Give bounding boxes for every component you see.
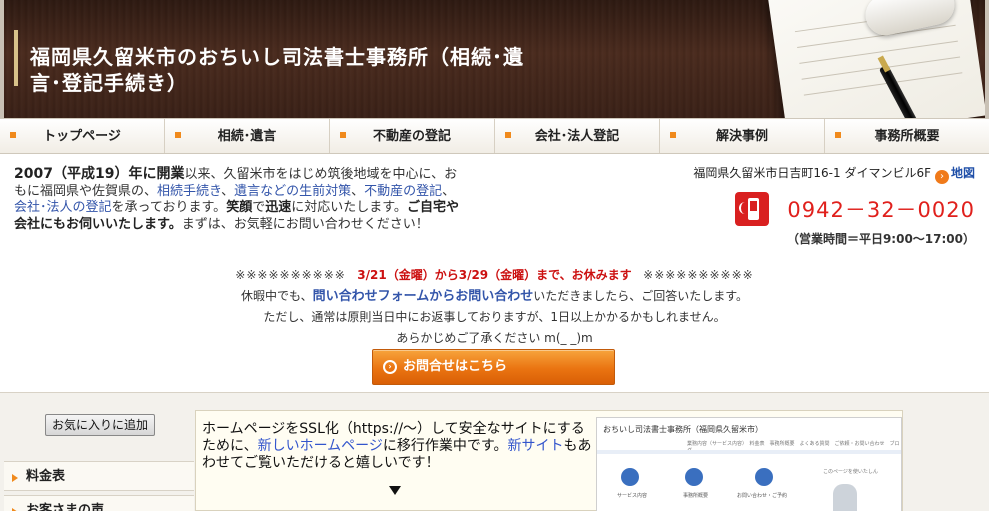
sidebar-item-label: お客さまの声 xyxy=(26,503,105,511)
contact-button-label: お問合せはこちら xyxy=(403,359,508,374)
sidebar-item-fees[interactable]: 料金表 xyxy=(4,461,194,491)
office-icon xyxy=(685,468,703,486)
nav-label: 相続･遺言 xyxy=(217,129,277,144)
nav-top-page[interactable]: トップページ xyxy=(0,119,165,153)
notice-text: 休暇中でも、 xyxy=(240,289,313,303)
notice-stars: ※※※※※※※※※※ xyxy=(643,268,754,282)
holiday-period: 3/21（金曜）から3/29（金曜）まで、お休みます xyxy=(357,268,632,282)
intro-text-part: を承っております。 xyxy=(111,200,227,215)
title-accent-bar xyxy=(14,30,18,86)
phone-row: 0942－32－0020 xyxy=(635,192,975,226)
preview-label: 事務所概要 xyxy=(683,493,709,499)
nav-label: 解決事例 xyxy=(715,129,768,144)
address-line: 福岡県久留米市日吉町16-1 ダイマンビル6F › 地図 xyxy=(635,164,975,184)
notice-row-3: ただし、通常は原則当日中にお返事しておりますが、1日以上かかるかもしれません。 xyxy=(263,310,726,324)
nav-cases[interactable]: 解決事例 xyxy=(660,119,825,153)
nav-inheritance[interactable]: 相続･遺言 xyxy=(165,119,330,153)
preview-band xyxy=(597,450,901,454)
intro-text-part: 、 xyxy=(442,183,456,199)
intro-year: 2007（平成19）年に開業 xyxy=(14,166,185,182)
intro-bold: 迅速 xyxy=(265,200,292,215)
notice-row-4: あらかじめご了承ください m(_ _)m xyxy=(396,331,593,345)
notice-row-2: 休暇中でも、問い合わせフォームからお問い合わせいただきましたら、ご回答いたします… xyxy=(0,286,989,307)
link-corporate[interactable]: 会社･法人の登記 xyxy=(14,200,112,215)
preview-side: このページを使いたしん xyxy=(823,469,878,475)
intro-text-part: 、 xyxy=(221,183,235,199)
bullet-square-icon xyxy=(670,132,676,138)
contact-button[interactable]: › お問合せはこちら xyxy=(372,349,615,385)
ssl-announcement: ホームページをSSL化（https://～）して安全なサイトにするために、新しい… xyxy=(195,410,903,511)
mobile-phone-icon xyxy=(735,192,769,226)
preview-label: お問い合わせ・ご予約 xyxy=(737,493,788,499)
bullet-square-icon xyxy=(340,132,346,138)
site-header: 福岡県久留米市のおちいし司法書士事務所（相続･遺言･登記手続き） xyxy=(0,0,989,118)
phone-icon xyxy=(755,468,773,486)
arrow-right-circle-icon[interactable]: › xyxy=(934,170,949,184)
intro-text-part: に対応いたします。 xyxy=(291,200,407,215)
address: 福岡県久留米市日吉町16-1 ダイマンビル6F xyxy=(693,166,931,180)
new-homepage-link[interactable]: 新しいホームページ xyxy=(258,438,383,454)
sidebar-item-label: 料金表 xyxy=(26,469,66,484)
preview-title: おちいし司法書士事務所（福岡県久留米市） xyxy=(603,425,763,434)
nav-label: 事務所概要 xyxy=(874,129,940,144)
phone-number[interactable]: 0942－32－0020 xyxy=(787,194,975,224)
notice-row-1: ※※※※※※※※※※ 3/21（金曜）から3/29（金曜）まで、お休みます ※※… xyxy=(0,265,989,286)
contact-form-link[interactable]: 問い合わせフォームからお問い合わせ xyxy=(313,289,534,304)
intro-text-part: まずは、お気軽にお問い合わせください！ xyxy=(181,216,429,232)
triangle-right-icon xyxy=(12,474,18,482)
link-will[interactable]: 遺言などの生前対策 xyxy=(234,184,351,199)
intro-text-part: 、 xyxy=(351,183,365,199)
intro-text-part: で xyxy=(252,200,266,215)
link-real-estate[interactable]: 不動産の登記 xyxy=(364,184,442,199)
site-title[interactable]: 福岡県久留米市のおちいし司法書士事務所（相続･遺言･登記手続き） xyxy=(30,44,550,96)
bullet-square-icon xyxy=(505,132,511,138)
nav-label: トップページ xyxy=(43,129,121,144)
staff-photo xyxy=(833,484,857,511)
announcement-text-part: に移行作業中です。 xyxy=(382,438,508,454)
circle-arrow-icon: › xyxy=(383,360,397,374)
add-bookmark-button[interactable]: お気に入りに追加 xyxy=(45,414,155,436)
intro-text: 2007（平成19）年に開業以来、久留米市をはじめ筑後地域を中心に、おもに福岡県… xyxy=(14,166,466,233)
announcement-text: ホームページをSSL化（https://～）して安全なサイトにするために、新しい… xyxy=(202,421,592,472)
nav-corporate[interactable]: 会社･法人登記 xyxy=(495,119,660,153)
bullet-square-icon xyxy=(835,132,841,138)
intro-bold: 笑顔 xyxy=(226,200,253,215)
nav-office[interactable]: 事務所概要 xyxy=(825,119,989,153)
global-nav: トップページ 相続･遺言 不動産の登記 会社･法人登記 解決事例 事務所概要 xyxy=(0,118,989,154)
notice-text: いただきましたら、ご回答いたします。 xyxy=(533,289,749,303)
holiday-notice: ※※※※※※※※※※ 3/21（金曜）から3/29（金曜）まで、お休みます ※※… xyxy=(0,265,989,349)
nav-label: 会社･法人登記 xyxy=(534,129,620,144)
preview-label: サービス内容 xyxy=(617,493,648,499)
contact-block: 福岡県久留米市日吉町16-1 ダイマンビル6F › 地図 0942－32－0020 … xyxy=(635,164,975,247)
business-hours: （営業時間＝平日9:00～17:00） xyxy=(786,232,975,246)
bullet-square-icon xyxy=(175,132,181,138)
service-icon xyxy=(621,468,639,486)
map-link[interactable]: 地図 xyxy=(951,166,975,180)
link-inheritance[interactable]: 相続手続き xyxy=(157,184,221,199)
arrow-down-icon xyxy=(389,486,401,495)
nav-label: 不動産の登記 xyxy=(372,129,451,144)
notice-stars: ※※※※※※※※※※ xyxy=(235,268,346,282)
new-site-preview[interactable]: おちいし司法書士事務所（福岡県久留米市） 業務内容（サービス内容） 料金表 事務… xyxy=(596,417,902,511)
new-site-link[interactable]: 新サイト xyxy=(508,438,564,454)
nav-real-estate[interactable]: 不動産の登記 xyxy=(330,119,495,153)
sidebar-item-voices[interactable]: お客さまの声 xyxy=(4,495,194,511)
bullet-square-icon xyxy=(10,132,16,138)
